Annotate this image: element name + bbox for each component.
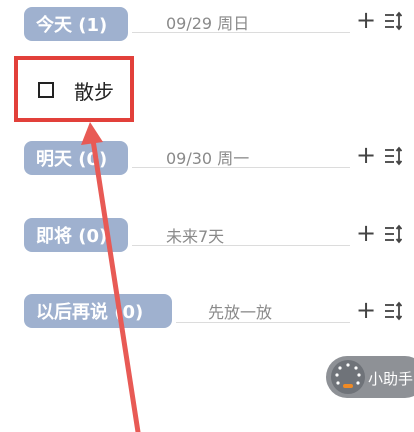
group-today-button[interactable]: 今天 (1): [24, 7, 128, 41]
group-later-label: 以后再说 (0): [36, 302, 144, 323]
group-upcoming-label: 即将 (0): [36, 226, 108, 247]
task-label: 散步: [74, 80, 114, 104]
group-upcoming-range: 未来7天: [166, 227, 225, 246]
group-tomorrow-button[interactable]: 明天 (0): [24, 141, 128, 175]
group-tomorrow-date: 09/30 周一: [166, 149, 250, 168]
assistant-gauge-icon: [331, 360, 365, 394]
add-upcoming-button[interactable]: +: [356, 221, 376, 245]
group-later-note: 先放一放: [208, 303, 273, 322]
group-upcoming-underline: [132, 245, 350, 246]
assistant-label: 小助手: [368, 370, 414, 388]
add-later-button[interactable]: +: [356, 298, 376, 322]
group-later-underline: [176, 322, 350, 323]
group-upcoming-button[interactable]: 即将 (0): [24, 218, 128, 252]
group-tomorrow-underline: [132, 167, 350, 168]
add-today-button[interactable]: +: [356, 8, 376, 32]
sort-tomorrow-icon[interactable]: [384, 146, 402, 166]
sort-later-icon[interactable]: [384, 301, 402, 321]
sort-upcoming-icon[interactable]: [384, 224, 402, 244]
task-checkbox[interactable]: [38, 82, 54, 98]
group-today-label: 今天 (1): [36, 15, 108, 36]
sort-today-icon[interactable]: [384, 11, 402, 31]
assistant-float-button[interactable]: 小助手: [326, 356, 414, 398]
add-tomorrow-button[interactable]: +: [356, 143, 376, 167]
task-item[interactable]: 散步: [14, 56, 134, 122]
group-tomorrow-label: 明天 (0): [36, 149, 108, 170]
group-today-date: 09/29 周日: [166, 14, 250, 33]
group-today-underline: [132, 32, 350, 33]
group-later-button[interactable]: 以后再说 (0): [24, 294, 172, 328]
